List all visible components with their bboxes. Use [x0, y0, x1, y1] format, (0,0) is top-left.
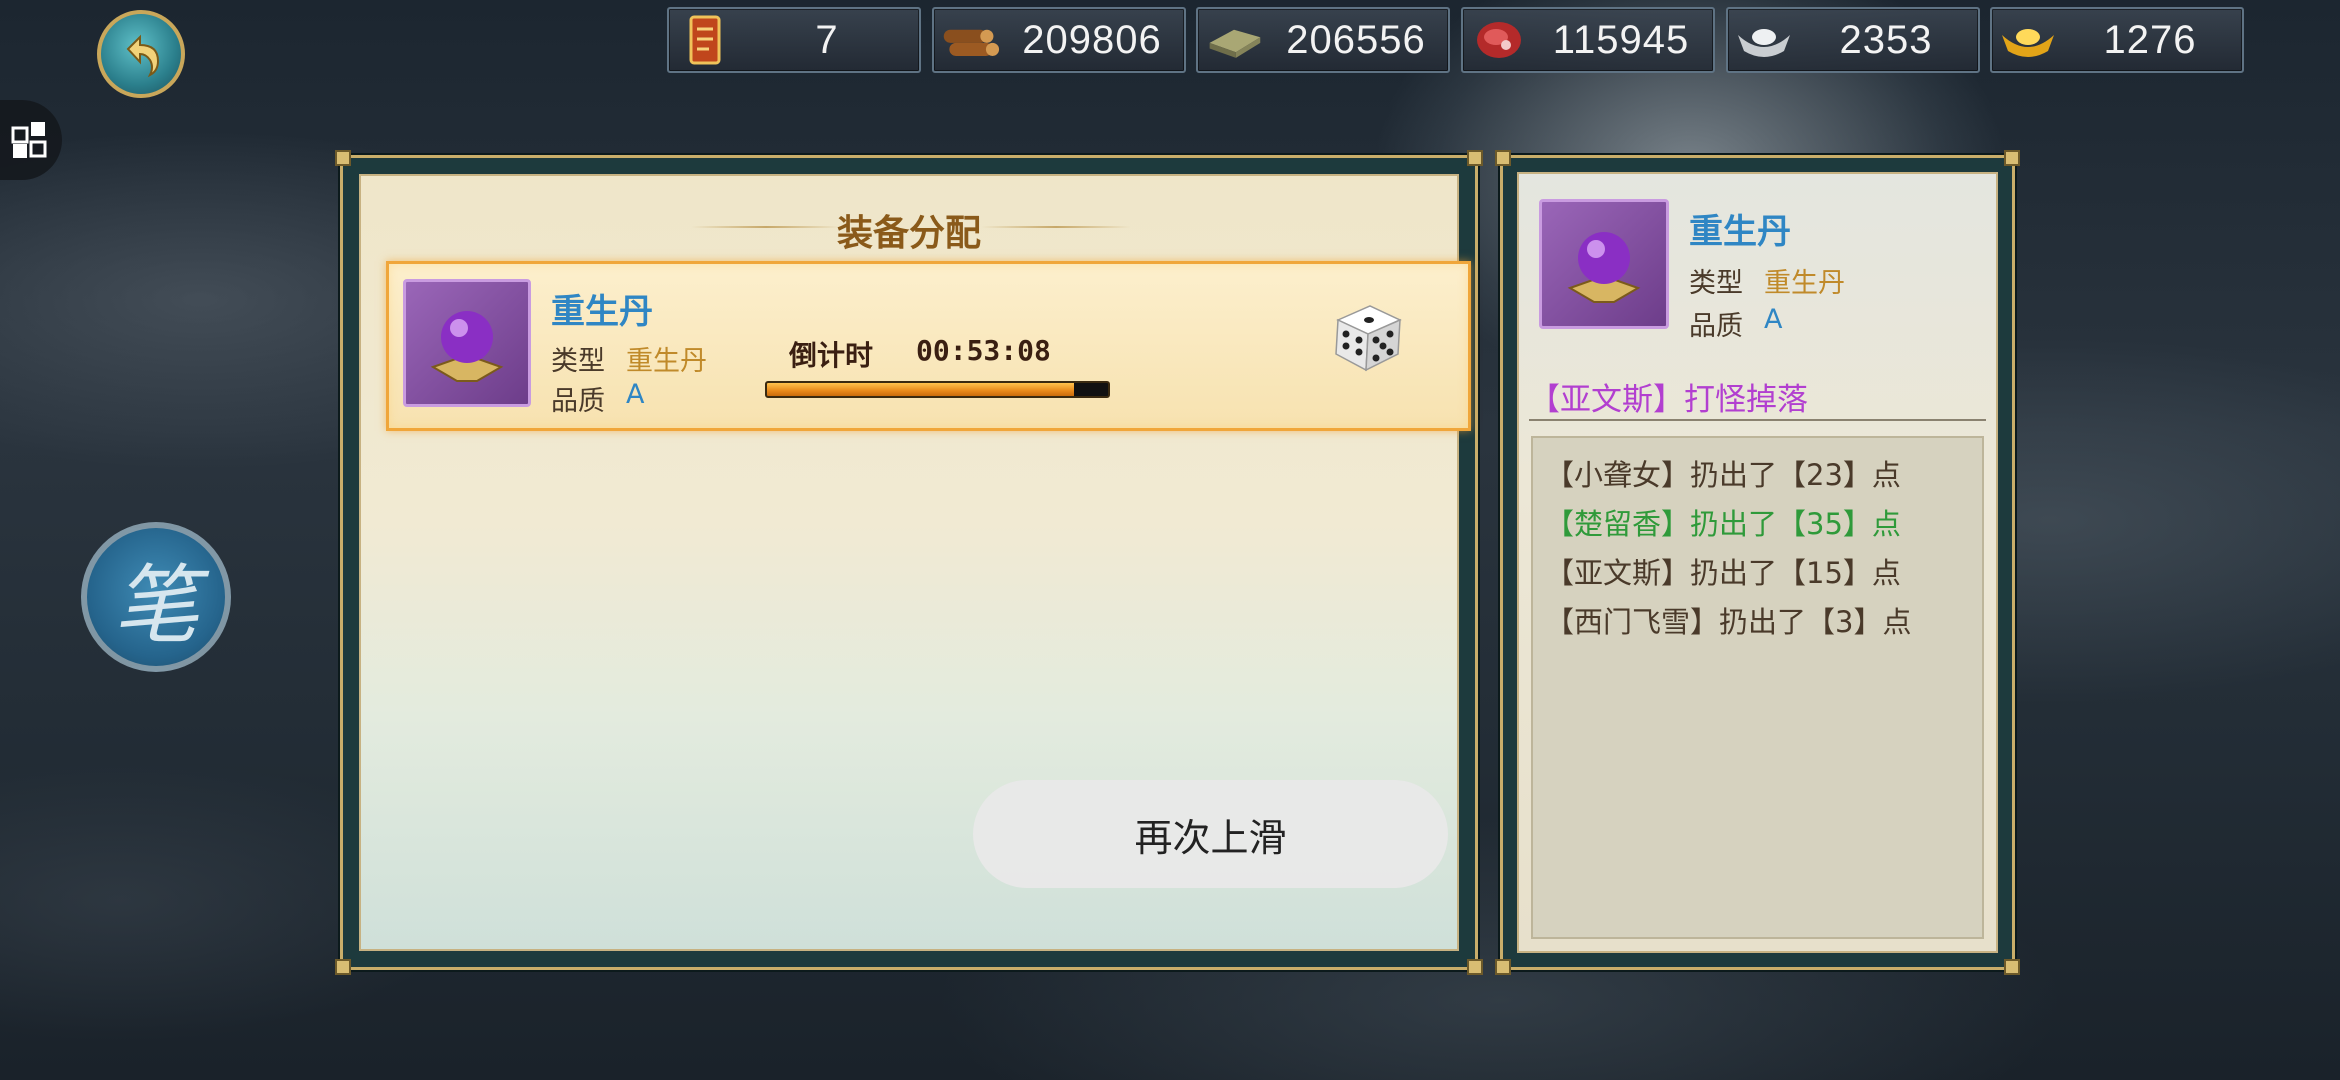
- resource-silver: 2353: [1726, 7, 1980, 73]
- detail-quality-label: 品质: [1689, 311, 1743, 342]
- log-line: 【楚留香】扔出了【35】点: [1545, 507, 1901, 541]
- scroll-token-icon: [675, 13, 735, 67]
- resource-value: 1276: [2103, 17, 2197, 62]
- item-type-label: 类型: [551, 346, 605, 377]
- resource-value: 115945: [1552, 17, 1690, 62]
- dice-icon: [1335, 305, 1402, 372]
- gold-ingot-icon: [1998, 13, 2058, 67]
- detail-type-value: 重生丹: [1764, 268, 1845, 299]
- floating-tool-icon[interactable]: [0, 100, 62, 180]
- log-line: 【小聋女】扔出了【23】点: [1545, 458, 1901, 492]
- log-line: 【西门飞雪】扔出了【3】点: [1545, 605, 1912, 639]
- wood-logs-icon: [940, 13, 1000, 67]
- resource-meat: 115945: [1461, 7, 1715, 73]
- resource-value: 2353: [1839, 17, 1933, 62]
- countdown-progress-bar: [765, 381, 1110, 398]
- resource-stone: 206556: [1196, 7, 1450, 73]
- back-button[interactable]: [97, 10, 185, 98]
- meat-icon: [1469, 13, 1529, 67]
- log-line: 【亚文斯】扔出了【15】点: [1545, 556, 1901, 590]
- drop-source: 【亚文斯】打怪掉落: [1529, 382, 1808, 418]
- resource-tokens: 7: [667, 7, 921, 73]
- detail-quality-value: A: [1764, 304, 1783, 335]
- stone-slab-icon: [1204, 13, 1264, 67]
- silver-ingot-icon: [1734, 13, 1794, 67]
- resource-value: 206556: [1286, 17, 1426, 62]
- back-arrow-icon: [126, 34, 160, 78]
- resource-value: 7: [815, 17, 839, 62]
- progress-fill: [767, 383, 1074, 396]
- item-row[interactable]: 重生丹 类型 重生丹 品质 A 倒计时 00:53:08: [386, 261, 1471, 431]
- item-quality-label: 品质: [551, 386, 605, 417]
- resource-wood: 209806: [932, 7, 1186, 73]
- divider: [1529, 419, 1986, 421]
- panel-title: 装备分配: [836, 213, 981, 254]
- orb-item-icon: [1539, 199, 1669, 329]
- dice-roll-log: 【小聋女】扔出了【23】点 【楚留香】扔出了【35】点 【亚文斯】扔出了【15】…: [1531, 436, 1984, 939]
- detail-item-name: 重生丹: [1689, 212, 1791, 252]
- swipe-up-toast: 再次上滑: [973, 780, 1448, 888]
- item-detail-panel: 重生丹 类型 重生丹 品质 A 【亚文斯】打怪掉落 【小聋女】扔出了【23】点 …: [1495, 150, 2020, 975]
- item-type-value: 重生丹: [626, 346, 707, 377]
- orb-item-icon: [403, 279, 531, 407]
- item-quality-value: A: [626, 379, 645, 410]
- item-name: 重生丹: [551, 292, 653, 332]
- dice-roll-button[interactable]: [1324, 294, 1410, 380]
- resource-gold: 1276: [1990, 7, 2244, 73]
- countdown-label: 倒计时: [789, 339, 874, 372]
- countdown-value: 00:53:08: [916, 334, 1051, 367]
- resource-value: 209806: [1022, 17, 1162, 62]
- detail-type-label: 类型: [1689, 268, 1743, 299]
- detail-body: 重生丹 类型 重生丹 品质 A 【亚文斯】打怪掉落 【小聋女】扔出了【23】点 …: [1517, 172, 1998, 953]
- brush-button[interactable]: 笔: [81, 522, 231, 672]
